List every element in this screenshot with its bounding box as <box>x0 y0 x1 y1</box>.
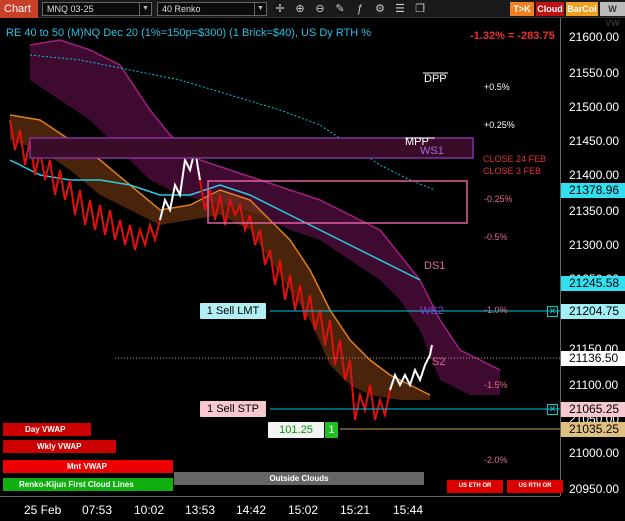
outside-clouds-toggle[interactable]: Outside Clouds <box>174 472 424 485</box>
price-tag: 21035.25 <box>561 422 625 437</box>
price-tag: 21065.25 <box>561 402 625 417</box>
time-axis-label: 10:02 <box>134 503 165 517</box>
price-axis-label: 21500.00 <box>569 100 620 114</box>
time-axis-label: 13:53 <box>185 503 216 517</box>
sell-lmt-order[interactable]: 1 Sell LMT <box>200 303 266 319</box>
chart-tab[interactable]: Chart <box>0 0 38 18</box>
time-axis[interactable]: 25 Feb 07:53 10:02 13:53 14:42 15:02 15:… <box>0 496 560 521</box>
wkly-vwap-toggle[interactable]: Wkly VWAP <box>3 440 116 453</box>
time-axis-label: 07:53 <box>82 503 113 517</box>
draw-icon[interactable]: ✎ <box>332 1 348 17</box>
bar-type-value: 40 Renko <box>162 4 201 14</box>
ws2-label: WS2 <box>420 305 444 317</box>
time-axis-label: 15:21 <box>340 503 371 517</box>
us-rth-or-toggle[interactable]: US RTH OR <box>507 480 563 493</box>
pct-minus-2-0: -2.0% <box>484 455 508 465</box>
zoom-in-icon[interactable]: ⊕ <box>292 1 308 17</box>
cloud-button[interactable]: Cloud <box>536 2 564 16</box>
time-axis-label: 14:42 <box>236 503 267 517</box>
pct-minus-1-5: -1.5% <box>484 380 508 390</box>
symbol-value: MNQ 03-25 <box>47 4 94 14</box>
chart-title: RE 40 to 50 (M)NQ Dec 20 (1%=150p=$300) … <box>6 27 372 39</box>
pct-minus-0-25: -0.25% <box>484 194 513 204</box>
time-axis-label: 15:02 <box>288 503 319 517</box>
price-tag: 21245.58 <box>561 276 625 291</box>
price-axis-label: 20950.00 <box>569 482 620 496</box>
mnt-vwap-toggle[interactable]: Mnt VWAP <box>3 460 173 473</box>
price-axis-label: 21600.00 <box>569 30 620 44</box>
us-eth-or-toggle[interactable]: US ETH OR <box>447 480 503 493</box>
properties-icon[interactable]: ☰ <box>392 1 408 17</box>
chevron-down-icon: ▼ <box>139 3 151 15</box>
tok-button[interactable]: T>K <box>510 2 534 16</box>
ds1-label: DS1 <box>424 260 446 272</box>
bar-type-selector[interactable]: 40 Renko ▼ <box>157 2 267 16</box>
ds2-label: S2 <box>432 356 446 368</box>
chevron-down-icon: ▼ <box>254 3 266 15</box>
price-axis-label: 21350.00 <box>569 204 620 218</box>
price-axis-label: 21400.00 <box>569 168 620 182</box>
price-tag: 21136.50 <box>561 351 625 366</box>
pct-minus-0-5: -0.5% <box>484 232 508 242</box>
pnl-readout: -1.32% = -283.75 <box>470 30 555 42</box>
time-axis-label: 15:44 <box>393 503 424 517</box>
dpp-label: DPP <box>424 73 447 85</box>
indicator-icon[interactable]: ƒ <box>352 1 368 17</box>
pct-minus-1-0: -1.0% <box>484 305 508 315</box>
close-icon[interactable]: ✕ <box>547 306 558 317</box>
zoom-out-icon[interactable]: ⊖ <box>312 1 328 17</box>
symbol-selector[interactable]: MNQ 03-25 ▼ <box>42 2 152 16</box>
ws1-label: WS1 <box>420 145 444 157</box>
price-axis-label: 21450.00 <box>569 134 620 148</box>
day-vwap-toggle[interactable]: Day VWAP <box>3 423 91 436</box>
price-axis-label: 21300.00 <box>569 238 620 252</box>
position-qty[interactable]: 1 <box>325 422 338 438</box>
crosshair-icon[interactable]: ✛ <box>272 1 288 17</box>
chart-toolbar: Chart MNQ 03-25 ▼ 40 Renko ▼ ✛ ⊕ ⊖ ✎ ƒ ⚙… <box>0 0 625 28</box>
wvw-button[interactable]: W VW <box>600 2 625 28</box>
price-axis-label: 21100.00 <box>569 378 619 392</box>
barcol-button[interactable]: BarCol <box>566 2 598 16</box>
price-tag: 21204.75 <box>561 304 625 319</box>
pct-plus-0-5: +0.5% <box>484 82 510 92</box>
duplicate-icon[interactable]: ❐ <box>412 1 428 17</box>
strategy-icon[interactable]: ⚙ <box>372 1 388 17</box>
position-price[interactable]: 101.25 <box>268 422 324 438</box>
close-icon[interactable]: ✕ <box>547 404 558 415</box>
price-axis-label: 21550.00 <box>569 66 620 80</box>
price-tag-last: 21378.96 <box>561 183 625 198</box>
time-axis-label: 25 Feb <box>24 503 62 517</box>
pct-plus-0-25: +0.25% <box>484 120 515 130</box>
price-axis-label: 21000.00 <box>569 446 620 460</box>
close-24-feb-label: CLOSE 24 FEB <box>483 154 547 164</box>
sell-stp-order[interactable]: 1 Sell STP <box>200 401 266 417</box>
renko-kijun-toggle[interactable]: Renko-Kijun First Cloud Lines <box>3 478 173 491</box>
close-3-feb-label: CLOSE 3 FEB <box>483 166 542 176</box>
